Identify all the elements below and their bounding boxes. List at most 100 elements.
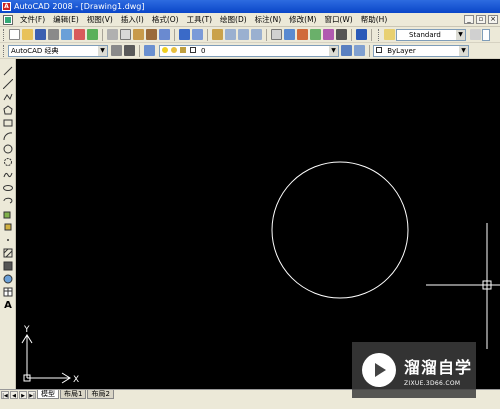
menu-format[interactable]: 格式(O) bbox=[148, 14, 183, 25]
menu-dimension[interactable]: 标注(N) bbox=[251, 14, 285, 25]
construction-line-icon[interactable] bbox=[2, 78, 14, 89]
circle-icon[interactable] bbox=[2, 143, 14, 154]
match-properties-icon[interactable] bbox=[146, 29, 157, 40]
tool-palettes-icon[interactable] bbox=[297, 29, 308, 40]
first-tab-icon[interactable]: |◀ bbox=[1, 390, 9, 399]
restore-icon[interactable]: ▫ bbox=[476, 15, 486, 24]
chevron-down-icon[interactable]: ▼ bbox=[456, 29, 465, 40]
last-tab-icon[interactable]: ▶| bbox=[28, 390, 36, 399]
layer-properties-icon[interactable] bbox=[144, 45, 155, 56]
hatch-icon[interactable] bbox=[2, 247, 14, 258]
next-tab-icon[interactable]: ▶ bbox=[19, 390, 27, 399]
menu-draw[interactable]: 绘图(D) bbox=[216, 14, 251, 25]
3d-dwf-icon[interactable] bbox=[87, 29, 98, 40]
polygon-icon[interactable] bbox=[2, 104, 14, 115]
new-icon[interactable] bbox=[9, 29, 20, 40]
zoom-realtime-icon[interactable] bbox=[225, 29, 236, 40]
menu-modify[interactable]: 修改(M) bbox=[285, 14, 320, 25]
tab-layout1[interactable]: 布局1 bbox=[60, 390, 87, 399]
close-icon[interactable]: × bbox=[488, 15, 498, 24]
block-editor-icon[interactable] bbox=[159, 29, 170, 40]
menu-file[interactable]: 文件(F) bbox=[16, 14, 49, 25]
gradient-icon[interactable] bbox=[2, 260, 14, 271]
cut-icon[interactable] bbox=[107, 29, 118, 40]
line-icon[interactable] bbox=[2, 65, 14, 76]
help-icon[interactable] bbox=[356, 29, 367, 40]
chevron-down-icon[interactable]: ▼ bbox=[98, 45, 107, 56]
multiline-text-icon[interactable]: A bbox=[2, 300, 14, 311]
table-icon[interactable] bbox=[2, 286, 14, 297]
revision-cloud-icon[interactable] bbox=[2, 156, 14, 167]
text-style-value: Standard bbox=[409, 30, 441, 39]
menu-window[interactable]: 窗口(W) bbox=[320, 14, 356, 25]
drawing-canvas[interactable]: Y X bbox=[16, 59, 500, 389]
tab-model[interactable]: 模型 bbox=[37, 390, 59, 399]
rectangle-icon[interactable] bbox=[2, 117, 14, 128]
spline-icon[interactable] bbox=[2, 169, 14, 180]
zoom-previous-icon[interactable] bbox=[251, 29, 262, 40]
dim-style-icon[interactable] bbox=[470, 29, 481, 40]
toolbar-separator bbox=[351, 28, 352, 41]
status-bar bbox=[0, 399, 500, 409]
text-style-icon[interactable] bbox=[384, 29, 395, 40]
markup-icon[interactable] bbox=[323, 29, 334, 40]
properties-icon[interactable] bbox=[271, 29, 282, 40]
publish-icon[interactable] bbox=[74, 29, 85, 40]
make-block-icon[interactable] bbox=[2, 221, 14, 232]
drawn-circle[interactable] bbox=[271, 161, 409, 299]
menu-insert[interactable]: 插入(I) bbox=[117, 14, 148, 25]
sheet-set-icon[interactable] bbox=[310, 29, 321, 40]
design-center-icon[interactable] bbox=[284, 29, 295, 40]
redo-icon[interactable] bbox=[192, 29, 203, 40]
document-icon[interactable] bbox=[3, 14, 13, 25]
polyline-icon[interactable] bbox=[2, 91, 14, 102]
layer-select[interactable]: 0 ▼ bbox=[159, 44, 339, 57]
point-icon[interactable] bbox=[2, 234, 14, 245]
insert-block-icon[interactable] bbox=[2, 208, 14, 219]
menu-help[interactable]: 帮助(H) bbox=[357, 14, 392, 25]
dim-style-select[interactable] bbox=[482, 28, 490, 41]
paste-icon[interactable] bbox=[133, 29, 144, 40]
drawing-area[interactable]: Y X bbox=[16, 59, 500, 389]
autocad-app-icon[interactable]: A bbox=[2, 2, 11, 11]
menu-edit[interactable]: 编辑(E) bbox=[49, 14, 83, 25]
watermark-name: 溜溜自学 bbox=[404, 357, 473, 377]
chevron-down-icon[interactable]: ▼ bbox=[459, 45, 468, 56]
toolbar-grip[interactable] bbox=[3, 44, 6, 57]
arc-icon[interactable] bbox=[2, 130, 14, 141]
workspace-settings-icon[interactable] bbox=[111, 45, 122, 56]
sun-icon bbox=[171, 46, 178, 53]
open-icon[interactable] bbox=[22, 29, 33, 40]
calculator-icon[interactable] bbox=[336, 29, 347, 40]
layer-previous-icon[interactable] bbox=[354, 45, 365, 56]
title-bar: A AutoCAD 2008 - [Drawing1.dwg] bbox=[0, 0, 500, 13]
color-value: ByLayer bbox=[387, 46, 416, 55]
plot-preview-icon[interactable] bbox=[61, 29, 72, 40]
copy-icon[interactable] bbox=[120, 29, 131, 40]
menu-tools[interactable]: 工具(T) bbox=[183, 14, 216, 25]
my-workspace-icon[interactable] bbox=[124, 45, 135, 56]
text-style-select[interactable]: Standard ▼ bbox=[396, 28, 466, 41]
lock-icon bbox=[180, 46, 187, 53]
toolbar-separator bbox=[207, 28, 208, 41]
toolbar-grip[interactable] bbox=[378, 28, 381, 41]
layer-value: 0 bbox=[200, 46, 206, 55]
ellipse-arc-icon[interactable] bbox=[2, 195, 14, 206]
save-icon[interactable] bbox=[35, 29, 46, 40]
prev-tab-icon[interactable]: ◀ bbox=[10, 390, 18, 399]
color-control-select[interactable]: ByLayer ▼ bbox=[373, 44, 469, 57]
menu-view[interactable]: 视图(V) bbox=[83, 14, 117, 25]
make-current-layer-icon[interactable] bbox=[341, 45, 352, 56]
workspace-select[interactable]: AutoCAD 经典 ▼ bbox=[8, 44, 108, 57]
pan-icon[interactable] bbox=[212, 29, 223, 40]
minimize-icon[interactable]: _ bbox=[464, 15, 474, 24]
chevron-down-icon[interactable]: ▼ bbox=[329, 45, 338, 56]
ellipse-icon[interactable] bbox=[2, 182, 14, 193]
toolbar-separator bbox=[102, 28, 103, 41]
print-icon[interactable] bbox=[48, 29, 59, 40]
undo-icon[interactable] bbox=[179, 29, 190, 40]
region-icon[interactable] bbox=[2, 273, 14, 284]
tab-layout2[interactable]: 布局2 bbox=[87, 390, 114, 399]
zoom-window-icon[interactable] bbox=[238, 29, 249, 40]
toolbar-grip[interactable] bbox=[3, 28, 6, 41]
